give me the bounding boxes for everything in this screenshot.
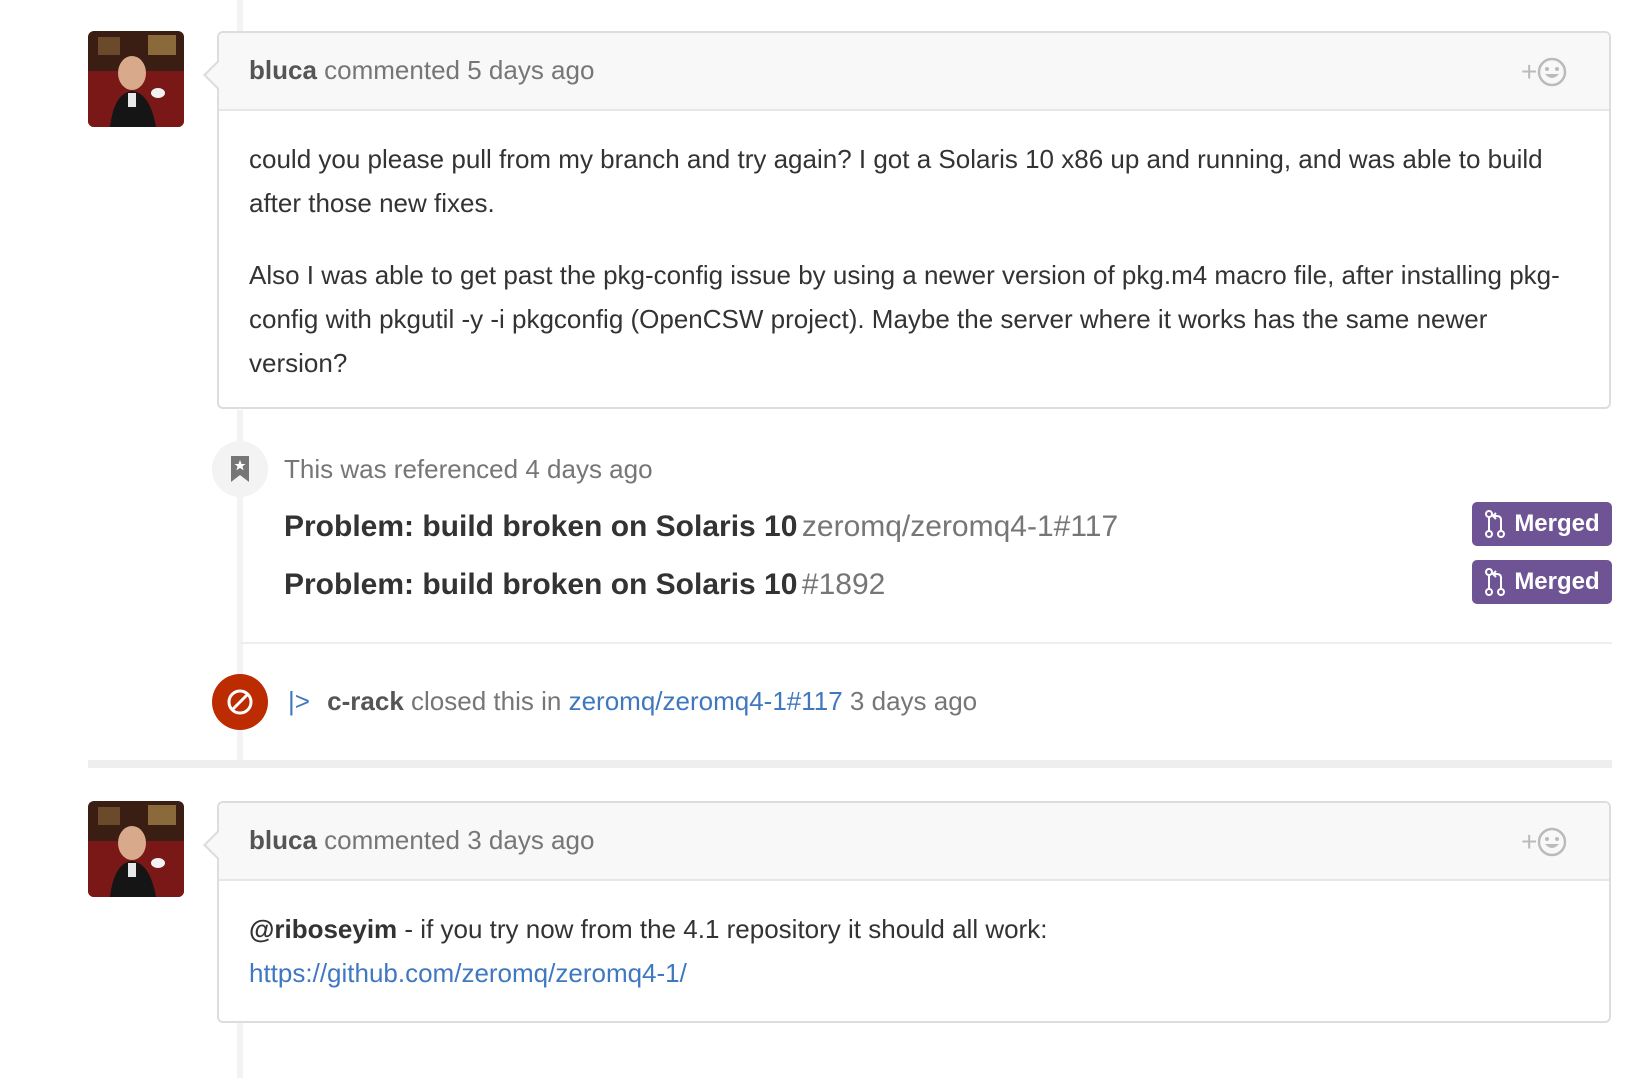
reference-item: Problem: build broken on Solaris 10 #189… [284, 568, 885, 602]
add-reaction-button[interactable]: + [1521, 825, 1577, 859]
merged-state-badge: Merged [1472, 560, 1612, 604]
user-mention[interactable]: @riboseyim [249, 914, 397, 944]
reference-number[interactable]: zeromq/zeromq4-1#117 [802, 510, 1118, 543]
reference-item: Problem: build broken on Solaris 10 zero… [284, 510, 1118, 544]
timeline-line [237, 0, 243, 34]
comment-time[interactable]: 5 days ago [467, 55, 594, 85]
close-time[interactable]: 3 days ago [850, 686, 977, 716]
timeline-line [237, 1022, 243, 1078]
comment-text: - if you try now from the 4.1 repository… [397, 914, 1048, 944]
reference-title[interactable]: Problem: build broken on Solaris 10 [284, 510, 797, 543]
merge-icon [1485, 510, 1506, 538]
comment-action: commented [324, 825, 460, 855]
closed-badge [212, 674, 268, 730]
comment-box: bluca commented 5 days ago + could you p… [203, 31, 1611, 411]
reference-title[interactable]: Problem: build broken on Solaris 10 [284, 568, 797, 601]
comment-author[interactable]: bluca [249, 825, 317, 855]
comment-body: could you please pull from my branch and… [219, 111, 1609, 411]
comment-time[interactable]: 3 days ago [467, 825, 594, 855]
avatar[interactable] [88, 801, 184, 897]
comment-body: @riboseyim - if you try now from the 4.1… [219, 881, 1609, 1021]
bookmark-icon [231, 456, 249, 482]
comment-header: bluca commented 3 days ago + [219, 803, 1609, 881]
avatar-image [88, 801, 184, 897]
merged-label: Merged [1514, 510, 1600, 537]
plus-label: + [1521, 56, 1538, 87]
merge-icon [1485, 568, 1506, 596]
add-reaction-button[interactable]: + [1521, 55, 1577, 89]
repo-link[interactable]: https://github.com/zeromq/zeromq4-1/ [249, 958, 687, 988]
timeline-break [88, 760, 1612, 768]
comment-paragraph: @riboseyim - if you try now from the 4.1… [249, 907, 1579, 995]
comment-action: commented [324, 55, 460, 85]
comment-meta: bluca commented 3 days ago [249, 825, 594, 856]
close-action: closed this in [411, 686, 562, 716]
comment-paragraph: Also I was able to get past the pkg-conf… [249, 260, 1560, 378]
comment-arrow [203, 829, 220, 861]
close-event-text: |> c-rack closed this in zeromq/zeromq4-… [288, 686, 977, 717]
merged-state-badge: Merged [1472, 502, 1612, 546]
reference-event-text: This was referenced 4 days ago [284, 454, 653, 485]
smiley-icon [1538, 827, 1567, 857]
close-ref-link[interactable]: zeromq/zeromq4-1#117 [569, 686, 843, 716]
comment-header: bluca commented 5 days ago + [219, 33, 1609, 111]
comment-author[interactable]: bluca [249, 55, 317, 85]
comment-arrow [203, 59, 220, 91]
circle-slash-icon [227, 689, 253, 715]
avatar[interactable] [88, 31, 184, 127]
reference-time[interactable]: 4 days ago [525, 454, 652, 484]
smiley-icon [1538, 57, 1567, 87]
commit-link-icon[interactable]: |> [288, 686, 310, 716]
reference-label: This was referenced [284, 454, 519, 484]
avatar-image [88, 31, 184, 127]
comment-box: bluca commented 3 days ago + @riboseyim … [203, 801, 1611, 1023]
event-divider [240, 642, 1612, 644]
comment-paragraph: could you please pull from my branch and… [249, 144, 1543, 218]
reference-badge [212, 441, 268, 497]
reference-number[interactable]: #1892 [802, 568, 885, 601]
comment-meta: bluca commented 5 days ago [249, 55, 594, 86]
close-actor[interactable]: c-rack [327, 686, 404, 716]
merged-label: Merged [1514, 568, 1600, 595]
plus-label: + [1521, 826, 1538, 857]
